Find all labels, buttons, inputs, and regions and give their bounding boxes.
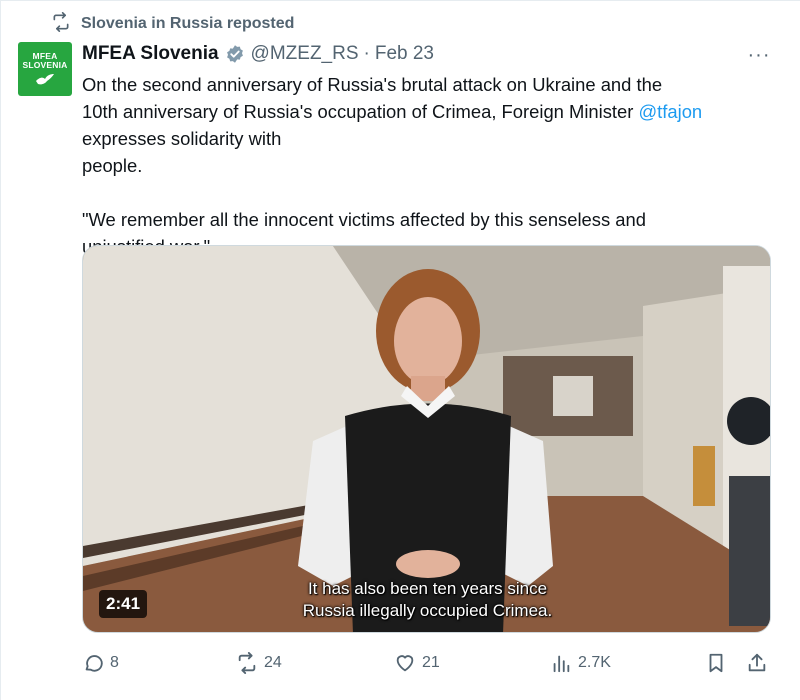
reply-icon [85,655,103,672]
heart-icon [396,655,414,672]
video-subtitle-line1: It has also been ten years since [307,579,548,598]
views-button[interactable]: 2.7K [550,649,611,677]
avatar[interactable]: MFEA SLOVENIA [18,42,72,96]
text-line-1: On the second anniversary of Russia's br… [82,74,663,95]
reply-count: 8 [110,654,119,671]
tweet-card[interactable]: Slovenia in Russia reposted MFEA SLOVENI… [0,0,800,700]
verified-badge-icon[interactable] [225,44,245,64]
avatar-text-line2: SLOVENIA [22,59,68,70]
post-date[interactable]: Feb 23 [375,43,434,65]
separator-dot: · [363,43,370,64]
repost-icon [51,11,71,37]
text-line-2: 10th anniversary of Russia's occupation … [82,101,639,122]
bookmark-button[interactable] [705,649,727,677]
more-options-button[interactable]: ··· [745,43,773,66]
text-line: 10th anniversary of Russia's occupation … [82,98,782,125]
repost-icon [238,652,256,674]
video-subtitle-line2: Russia illegally occupied Crimea. [302,601,553,620]
video-player[interactable]: 2:41 It has also been ten years since Ru… [82,245,771,633]
ukraine-flag-icon [287,131,311,147]
views-chart-icon [553,655,570,673]
text-line-3: expresses solidarity with [82,128,282,149]
bookmark-icon [709,653,723,673]
share-icon [748,653,766,672]
action-bar: 8 24 21 2.7K [82,649,782,677]
text-line: "We remember all the innocent victims af… [82,206,782,233]
repost-button[interactable]: 24 [236,649,282,677]
share-button[interactable] [746,649,768,677]
repost-label: Slovenia in Russia reposted [81,15,295,32]
author-name[interactable]: MFEA Slovenia [82,43,219,65]
like-count: 21 [422,654,440,671]
text-line: expresses solidarity with [82,125,782,152]
dove-icon [36,73,54,84]
video-frame [83,246,770,632]
repost-count: 24 [264,654,282,671]
like-button[interactable]: 21 [394,649,440,677]
quote-line-1: "We remember all the innocent victims af… [82,209,646,230]
repost-context[interactable]: Slovenia in Russia reposted [51,11,295,37]
tweet-text: On the second anniversary of Russia's br… [82,71,782,260]
mention-link[interactable]: @tfajon [639,101,703,122]
more-icon: ··· [747,43,771,66]
reply-button[interactable]: 8 [82,649,119,677]
text-line-3-end: people. [82,155,143,176]
tweet-header: MFEA Slovenia @MZEZ_RS · Feb 23 [82,41,434,67]
views-count: 2.7K [578,654,611,671]
text-line: On the second anniversary of Russia's br… [82,71,782,98]
author-handle[interactable]: @MZEZ_RS [251,43,359,65]
